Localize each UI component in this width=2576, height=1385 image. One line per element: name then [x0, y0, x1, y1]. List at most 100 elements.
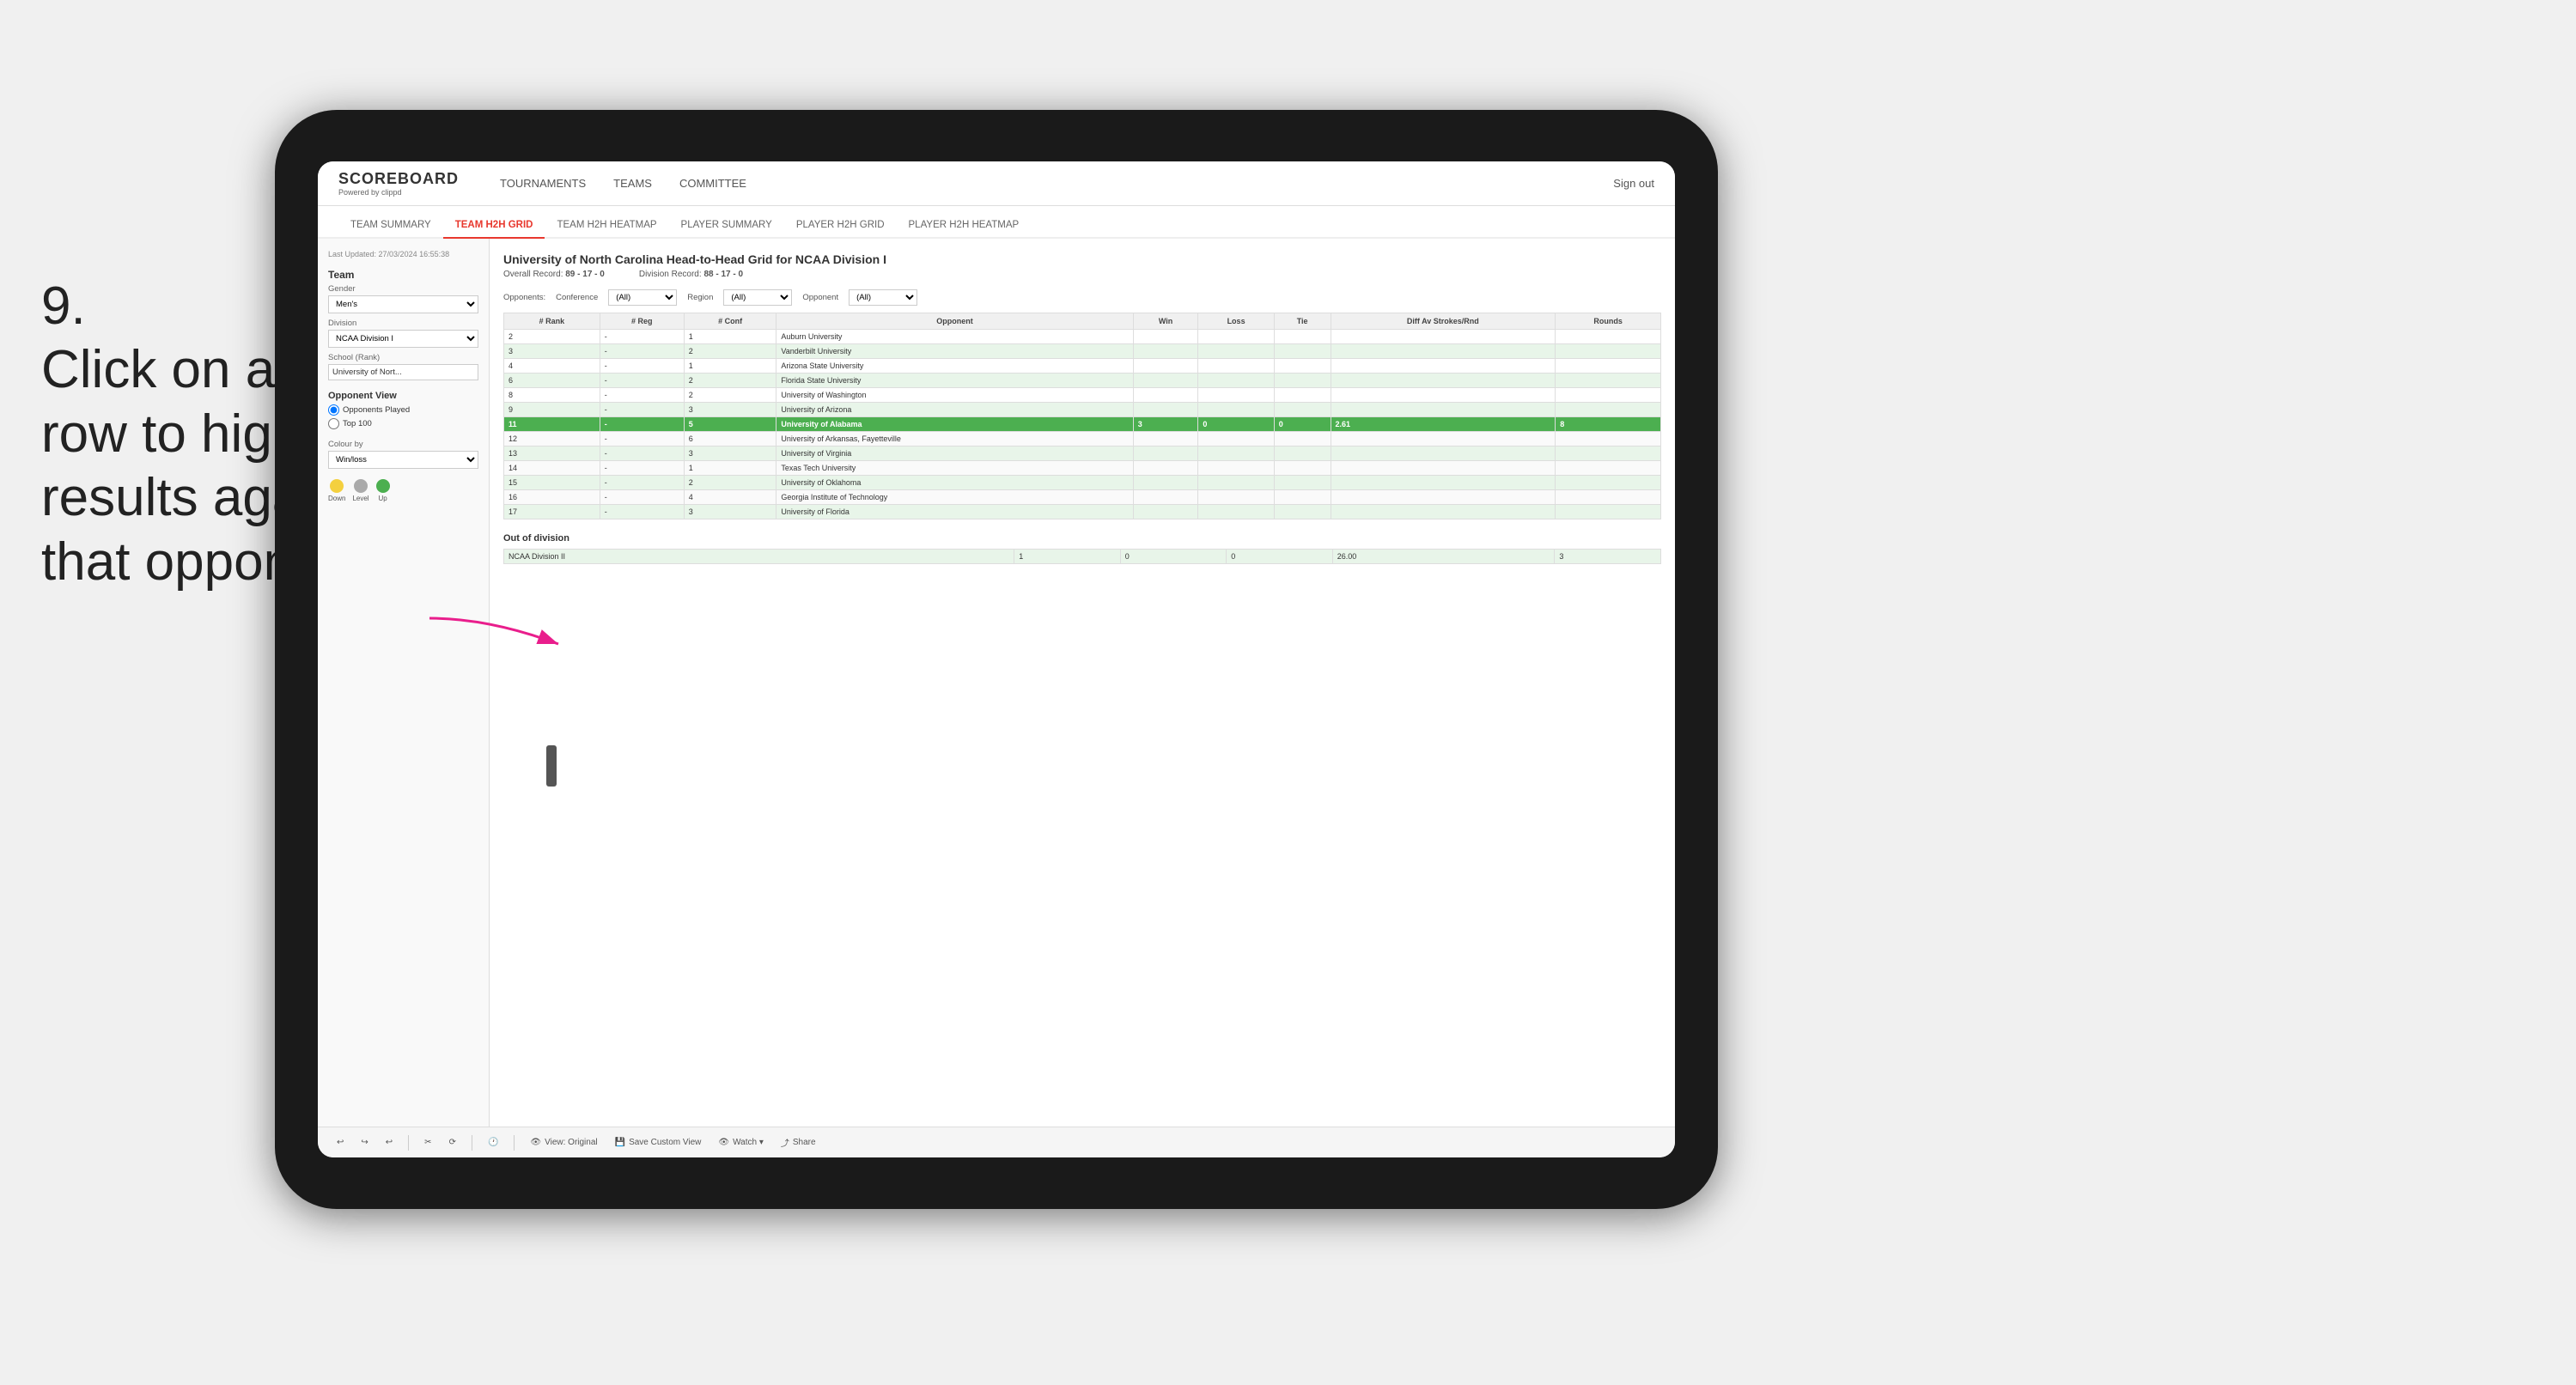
- out-of-division-row[interactable]: NCAA Division II 1 0 0 26.00 3: [504, 550, 1661, 564]
- table-row[interactable]: 15-2University of Oklahoma: [504, 476, 1661, 490]
- dot-up: Up: [376, 479, 390, 502]
- tab-player-h2h-grid[interactable]: PLAYER H2H GRID: [784, 213, 897, 239]
- watch-icon: 👁: [718, 1138, 729, 1147]
- view-original-btn[interactable]: 👁 View: Original: [525, 1136, 602, 1149]
- table-row[interactable]: 9-3University of Arizona: [504, 403, 1661, 417]
- cell: 11: [504, 417, 600, 432]
- clock-button[interactable]: 🕐: [483, 1136, 503, 1149]
- table-row[interactable]: 2-1Auburn University: [504, 330, 1661, 344]
- division-select[interactable]: NCAA Division I: [328, 330, 478, 348]
- redo-button[interactable]: ↪: [356, 1136, 373, 1149]
- cell: [1133, 461, 1198, 476]
- colour-by-select[interactable]: Win/loss: [328, 451, 478, 469]
- opponent-name: University of Alabama: [776, 417, 1133, 432]
- opponent-name: Auburn University: [776, 330, 1133, 344]
- team-section-label: Team: [328, 269, 478, 281]
- tab-team-h2h-grid[interactable]: TEAM H2H GRID: [443, 213, 545, 239]
- cell: [1133, 330, 1198, 344]
- col-tie: Tie: [1274, 313, 1331, 330]
- col-rank: # Rank: [504, 313, 600, 330]
- opponent-filter-select[interactable]: (All): [849, 289, 917, 306]
- table-row[interactable]: 13-3University of Virginia: [504, 446, 1661, 461]
- table-row[interactable]: 14-1Texas Tech University: [504, 461, 1661, 476]
- cell: [1198, 344, 1274, 359]
- opponent-name: Vanderbilt University: [776, 344, 1133, 359]
- cell: [1556, 446, 1661, 461]
- table-row[interactable]: 4-1Arizona State University: [504, 359, 1661, 374]
- tab-player-summary[interactable]: PLAYER SUMMARY: [669, 213, 784, 239]
- cell: [1331, 461, 1556, 476]
- cell: [1274, 446, 1331, 461]
- tab-player-h2h-heatmap[interactable]: PLAYER H2H HEATMAP: [897, 213, 1032, 239]
- cell: 0: [1274, 417, 1331, 432]
- cell: 13: [504, 446, 600, 461]
- cell: [1274, 461, 1331, 476]
- cell: [1198, 374, 1274, 388]
- opponent-name: University of Arkansas, Fayetteville: [776, 432, 1133, 446]
- gender-label: Gender: [328, 284, 478, 294]
- nav-bar: SCOREBOARD Powered by clippd TOURNAMENTS…: [318, 161, 1675, 206]
- scissors-button[interactable]: ✂: [419, 1136, 436, 1149]
- cell: 9: [504, 403, 600, 417]
- radio-top100[interactable]: Top 100: [328, 418, 478, 429]
- opponent-name: Texas Tech University: [776, 461, 1133, 476]
- refresh-button[interactable]: ⟳: [444, 1136, 461, 1149]
- cell: [1274, 330, 1331, 344]
- opponent-filter-label: Opponent: [802, 293, 838, 302]
- cell: [1133, 432, 1198, 446]
- table-row[interactable]: 8-2University of Washington: [504, 388, 1661, 403]
- cell: [1274, 490, 1331, 505]
- watch-btn[interactable]: 👁 Watch ▾: [713, 1136, 768, 1149]
- cell: [1556, 432, 1661, 446]
- conf-filter-select[interactable]: (All): [608, 289, 677, 306]
- left-panel: Last Updated: 27/03/2024 16:55:38 Team G…: [318, 239, 490, 1127]
- cell: [1331, 490, 1556, 505]
- tab-team-summary[interactable]: TEAM SUMMARY: [338, 213, 443, 239]
- toolbar-divider-3: [514, 1135, 515, 1151]
- cell: [1274, 476, 1331, 490]
- table-row[interactable]: 16-4Georgia Institute of Technology: [504, 490, 1661, 505]
- gender-select[interactable]: Men's: [328, 295, 478, 313]
- undo-button[interactable]: ↩: [332, 1136, 349, 1149]
- opponent-name: Florida State University: [776, 374, 1133, 388]
- table-row[interactable]: 12-6University of Arkansas, Fayetteville: [504, 432, 1661, 446]
- opponent-view-title: Opponent View: [328, 391, 478, 401]
- cell: -: [600, 461, 684, 476]
- table-row[interactable]: 3-2Vanderbilt University: [504, 344, 1661, 359]
- radio-opponents-played[interactable]: Opponents Played: [328, 404, 478, 416]
- tablet-screen: SCOREBOARD Powered by clippd TOURNAMENTS…: [318, 161, 1675, 1157]
- nav-committee[interactable]: COMMITTEE: [679, 173, 746, 193]
- school-rank-value[interactable]: University of Nort...: [328, 364, 478, 380]
- cell: [1331, 359, 1556, 374]
- cell: [1331, 374, 1556, 388]
- nav-sign-out[interactable]: Sign out: [1613, 177, 1654, 190]
- cell: -: [600, 446, 684, 461]
- nav-tournaments[interactable]: TOURNAMENTS: [500, 173, 586, 193]
- save-custom-btn[interactable]: 💾 Save Custom View: [610, 1136, 707, 1149]
- out-tie: 0: [1227, 550, 1333, 564]
- cell: 17: [504, 505, 600, 519]
- cell: -: [600, 359, 684, 374]
- cell: [1133, 359, 1198, 374]
- region-filter-select[interactable]: (All): [723, 289, 792, 306]
- cell: [1556, 505, 1661, 519]
- table-row[interactable]: 11-5University of Alabama3002.618: [504, 417, 1661, 432]
- nav-teams[interactable]: TEAMS: [613, 173, 652, 193]
- col-conf: # Conf: [684, 313, 776, 330]
- back-button[interactable]: ↩: [381, 1136, 398, 1149]
- nav-links: TOURNAMENTS TEAMS COMMITTEE: [500, 173, 1586, 193]
- out-diff: 26.00: [1332, 550, 1555, 564]
- table-row[interactable]: 17-3University of Florida: [504, 505, 1661, 519]
- region-filter-label: Region: [687, 293, 713, 302]
- share-btn[interactable]: ⤴ Share: [776, 1134, 821, 1151]
- tab-team-h2h-heatmap[interactable]: TEAM H2H HEATMAP: [545, 213, 668, 239]
- logo-title: SCOREBOARD: [338, 170, 459, 188]
- cell: [1274, 403, 1331, 417]
- grid-records: Overall Record: 89 - 17 - 0 Division Rec…: [503, 270, 1661, 279]
- col-reg: # Reg: [600, 313, 684, 330]
- cell: [1198, 330, 1274, 344]
- cell: 16: [504, 490, 600, 505]
- cell: [1133, 505, 1198, 519]
- col-rounds: Rounds: [1556, 313, 1661, 330]
- table-row[interactable]: 6-2Florida State University: [504, 374, 1661, 388]
